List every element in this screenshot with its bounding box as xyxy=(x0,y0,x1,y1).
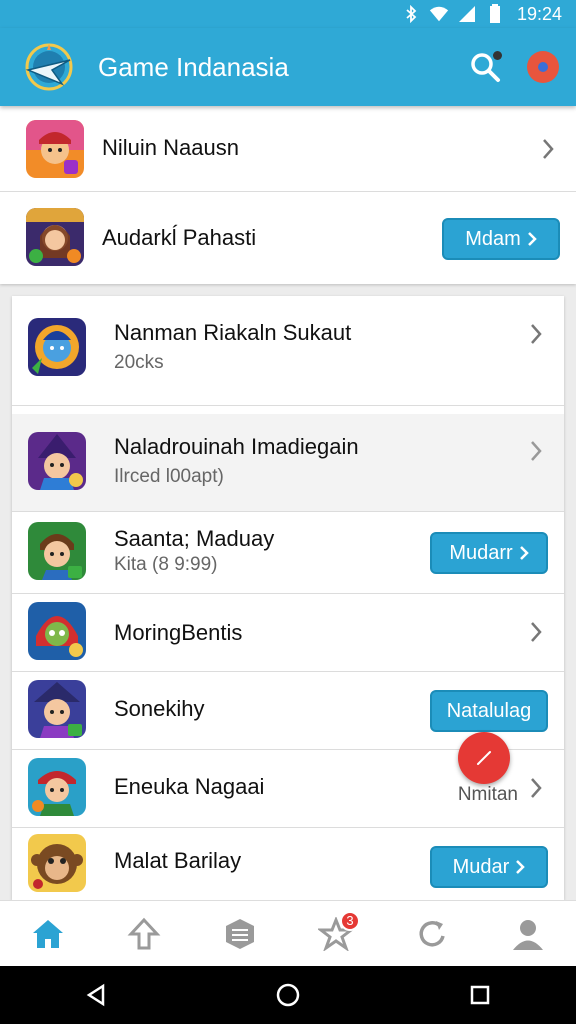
nav-layers[interactable] xyxy=(210,909,270,959)
list-item[interactable]: Naladrouinah Imadiegain Ilrced l00apt) xyxy=(12,414,564,512)
nav-profile[interactable] xyxy=(498,909,558,959)
chevron-right-icon xyxy=(516,860,526,874)
item-title: Sonekihy xyxy=(114,696,205,721)
top-list: Niluin Naausn Audarkĺ Pahasti Mdam xyxy=(0,106,576,284)
system-nav-bar xyxy=(0,966,576,1024)
app-title: Game Indanasia xyxy=(98,51,289,82)
home-button[interactable] xyxy=(258,970,318,1020)
natalulag-button[interactable]: Natalulag xyxy=(430,690,548,732)
mudarr-button[interactable]: Mudarr xyxy=(430,532,548,574)
chevron-right-icon xyxy=(526,620,546,644)
game-icon-redhood xyxy=(28,602,86,660)
list-item[interactable]: Audarkĺ Pahasti Mdam xyxy=(0,192,576,284)
signal-icon xyxy=(457,5,477,23)
item-title: Naladrouinah Imadiegain xyxy=(114,434,359,459)
bottom-nav: 3 xyxy=(0,900,576,966)
list-item[interactable]: MoringBentis xyxy=(12,594,564,672)
chevron-right-icon xyxy=(527,232,537,246)
back-button[interactable] xyxy=(66,970,126,1020)
game-icon-monkey xyxy=(28,834,86,892)
item-subtitle: Kita (8 9:99) xyxy=(114,554,218,575)
layers-icon xyxy=(226,918,254,949)
notification-dot xyxy=(493,51,502,60)
nav-star[interactable]: 3 xyxy=(306,909,366,959)
home-icon xyxy=(33,919,63,948)
item-subtitle: Ilrced l00apt) xyxy=(114,466,224,487)
item-title: Audarkĺ Pahasti xyxy=(102,225,257,250)
item-title: MoringBentis xyxy=(114,620,243,645)
game-icon-witch xyxy=(28,680,86,738)
battery-icon xyxy=(485,4,505,23)
item-title: Nanman Riakaln Sukaut xyxy=(114,320,352,345)
chevron-right-icon xyxy=(538,137,558,161)
chevron-right-icon xyxy=(526,439,546,463)
nav-home[interactable] xyxy=(18,909,78,959)
nav-rocket[interactable] xyxy=(114,909,174,959)
bluetooth-icon xyxy=(401,5,421,23)
recents-button[interactable] xyxy=(450,970,510,1020)
home-circle-icon xyxy=(276,983,300,1007)
recents-icon xyxy=(470,985,490,1005)
wifi-icon xyxy=(429,5,449,23)
profile-icon xyxy=(513,919,543,950)
rocket-icon xyxy=(127,917,161,949)
item-subtitle: 20cks xyxy=(114,352,164,373)
back-icon xyxy=(86,983,105,1007)
game-icon-girl xyxy=(26,208,84,266)
game-icon-boy xyxy=(28,522,86,580)
item-title: Eneuka Nagaai xyxy=(114,774,265,799)
edit-icon xyxy=(477,751,491,765)
list-item[interactable]: Malat Barilay Mudar xyxy=(12,828,564,900)
app-bar: Game Indanasia xyxy=(0,28,576,106)
item-title: Malat Barilay xyxy=(114,848,242,873)
chevron-right-icon xyxy=(526,322,546,346)
status-time: 19:24 xyxy=(516,3,562,24)
main-list: Nanman Riakaln Sukaut 20cks Naladrouinah… xyxy=(12,296,564,900)
game-icon-pirate xyxy=(28,758,86,816)
chevron-right-icon xyxy=(526,776,546,800)
list-item[interactable]: Niluin Naausn xyxy=(0,106,576,192)
list-item[interactable]: Saanta; Maduay Kita (8 9:99) Mudarr xyxy=(12,512,564,594)
chevron-right-icon xyxy=(519,546,529,560)
compass-logo-icon xyxy=(22,40,76,94)
search-button[interactable] xyxy=(460,42,510,92)
notification-badge: 3 xyxy=(340,910,360,931)
list-item[interactable]: Nanman Riakaln Sukaut 20cks xyxy=(12,296,564,406)
nav-refresh[interactable] xyxy=(402,909,462,959)
item-title: Saanta; Maduay xyxy=(114,526,275,551)
game-icon-wizard xyxy=(28,432,86,490)
edit-fab[interactable] xyxy=(458,732,510,784)
game-icon-hero xyxy=(26,120,84,178)
status-bar: 19:24 xyxy=(0,0,576,28)
game-icon-warrior xyxy=(28,318,86,376)
mudar-button[interactable]: Mudar xyxy=(430,846,548,888)
refresh-icon xyxy=(419,920,445,946)
record-icon xyxy=(527,51,559,83)
side-label: Nmitan xyxy=(457,784,518,805)
mdam-button[interactable]: Mdam xyxy=(442,218,560,260)
item-title: Niluin Naausn xyxy=(102,135,239,160)
record-button[interactable] xyxy=(518,42,568,92)
